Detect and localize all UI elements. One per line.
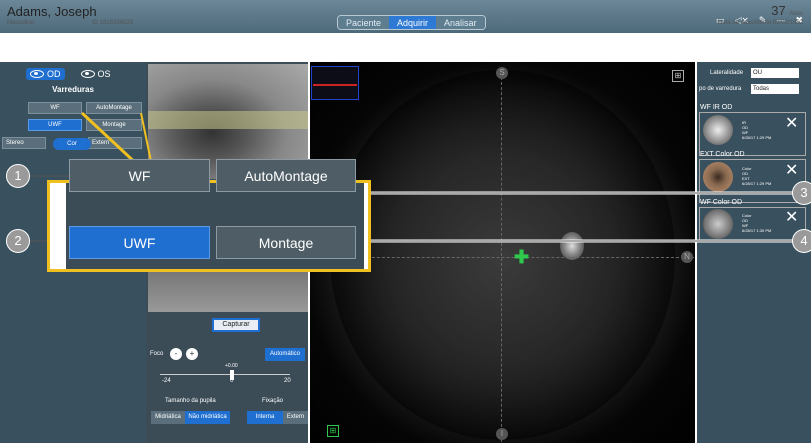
callout-uwf-button[interactable]: UWF	[69, 226, 210, 259]
callout-number-3: 3	[792, 181, 811, 205]
callout-montage-button[interactable]: Montage	[216, 226, 356, 259]
callout-number-1: 1	[6, 164, 30, 188]
callout-number-2: 2	[6, 229, 30, 253]
callout-automontage-button[interactable]: AutoMontage	[216, 159, 356, 192]
callout-wf-button[interactable]: WF	[69, 159, 210, 192]
callout-number-4: 4	[792, 229, 811, 253]
